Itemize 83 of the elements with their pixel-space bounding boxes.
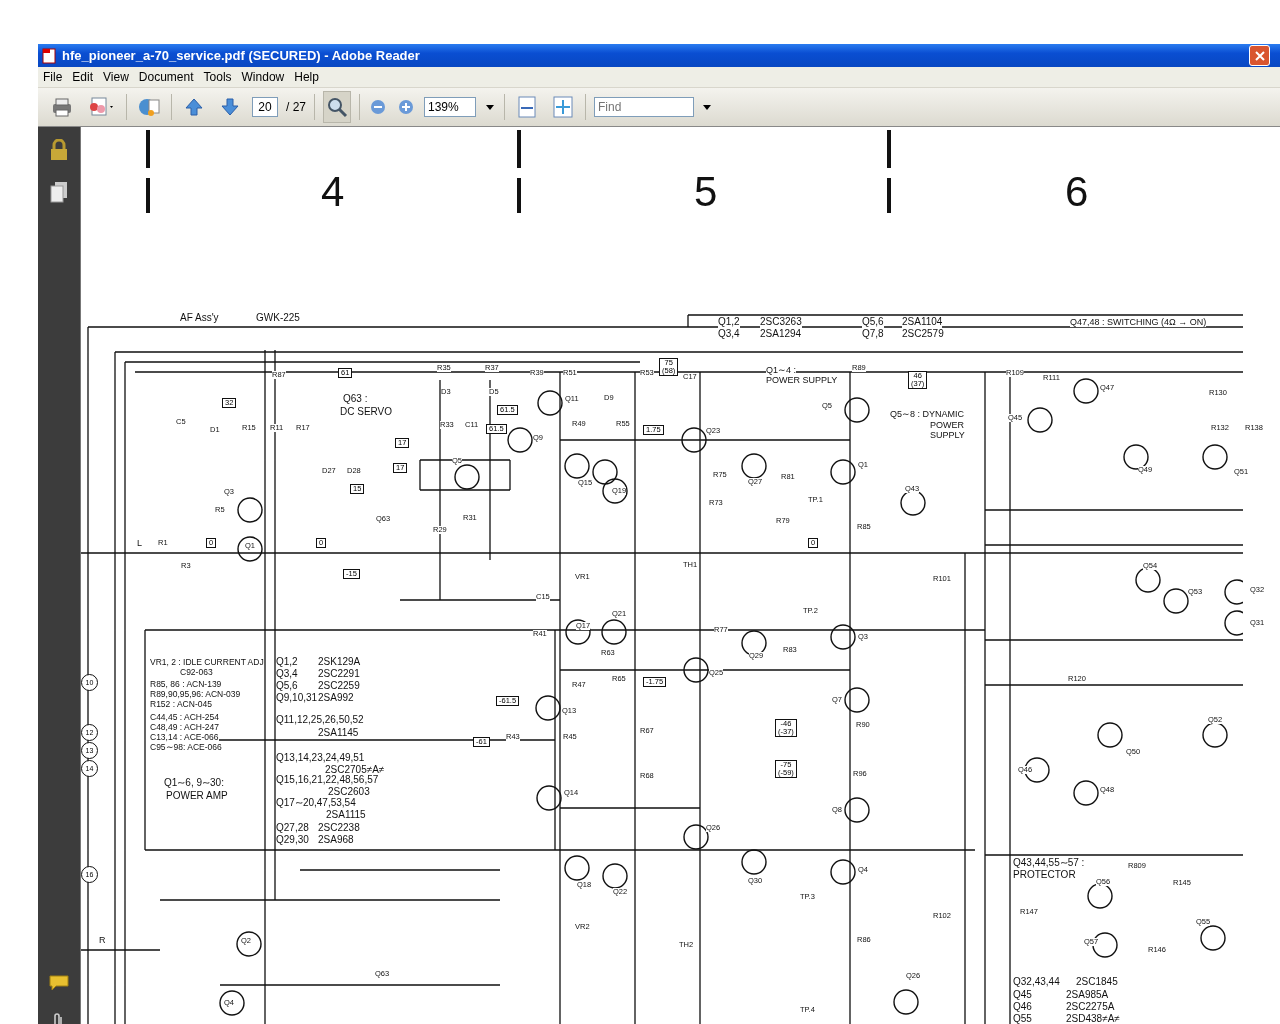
note-text: VR1, 2 : IDLE CURRENT ADJ — [150, 658, 264, 667]
zoom-level-field[interactable]: 139% — [424, 97, 476, 117]
section-heading: DC SERVO — [340, 407, 393, 418]
part-reference: Q3,4 — [718, 329, 740, 340]
section-heading: SUPPLY — [930, 431, 965, 441]
part-number: 2SA992 — [318, 693, 354, 704]
part-reference: Q1,2 — [276, 657, 298, 668]
column-number: 5 — [694, 168, 718, 216]
part-number: 2SD438≠A≠ — [1066, 1014, 1120, 1024]
part-reference: Q15,16,21,22,48,56,57 — [276, 775, 379, 786]
part-number: 2SA1145 — [318, 728, 359, 739]
part-number: 2SA1115 — [326, 810, 366, 821]
part-reference: Q27,28 — [276, 823, 309, 834]
part-reference: Q9,10,31 — [276, 693, 318, 704]
section-heading: POWER AMP — [166, 791, 228, 802]
note-text: C13,14 : ACE-066 — [150, 733, 219, 742]
part-number: 2SC2579 — [902, 329, 944, 340]
part-reference: Q7,8 — [862, 329, 884, 340]
part-reference: Q13,14,23,24,49,51 — [276, 753, 365, 764]
note-text: R89,90,95,96: ACN-039 — [150, 690, 241, 699]
part-number: 2SC2259 — [318, 681, 360, 692]
section-heading: POWER SUPPLY — [766, 376, 838, 386]
column-number: 6 — [1065, 168, 1089, 216]
input-label: R — [99, 936, 106, 946]
menu-item[interactable]: Edit — [67, 67, 99, 87]
part-reference: Q17∼20,47,53,54 — [276, 798, 356, 809]
page-total: / 27 — [286, 100, 306, 114]
lock-icon[interactable] — [50, 139, 68, 161]
part-number: 2SC2603 — [328, 787, 370, 798]
part-number: 2SA1294 — [760, 329, 802, 340]
menu-item[interactable]: Window — [236, 67, 290, 87]
section-heading: PROTECTOR — [1013, 870, 1076, 881]
part-number: 2SK129A — [318, 657, 361, 668]
section-heading: Q43,44,55∼57 : — [1013, 858, 1085, 869]
section-heading: GWK-225 — [256, 313, 300, 324]
part-reference: Q45 — [1013, 990, 1032, 1001]
note-text: C48,49 : ACH-247 — [150, 723, 219, 732]
part-reference: Q5,6 — [276, 681, 298, 692]
part-reference: Q32,43,44 — [1013, 977, 1060, 988]
section-heading: AF Ass'y — [180, 313, 219, 324]
part-reference: Q29,30 — [276, 835, 309, 846]
page-number-field[interactable]: 20 — [252, 97, 278, 117]
note-text: C92-063 — [180, 668, 213, 677]
pages-icon[interactable] — [50, 181, 68, 203]
menu-item[interactable]: File — [38, 67, 68, 87]
note-text: C44,45 : ACH-254 — [150, 713, 219, 722]
menu-item[interactable]: Document — [133, 67, 199, 87]
window-title: hfe_pioneer_a-70_service.pdf (SECURED) - Adobe Reader — [62, 48, 420, 63]
part-number: 2SC3263 — [760, 317, 802, 328]
note-text: R152 : ACN-045 — [150, 700, 212, 709]
zoom-tool-icon[interactable] — [323, 91, 351, 123]
section-heading: Q1∼4 : — [766, 366, 796, 376]
input-label: L — [137, 539, 142, 549]
pdf-file-icon — [42, 47, 56, 64]
section-heading: Q5∼8 : DYNAMIC — [890, 410, 964, 420]
menu-item[interactable]: Tools — [198, 67, 237, 87]
section-heading: Q63 : — [343, 394, 368, 405]
comment-icon[interactable] — [48, 974, 70, 992]
part-number: 2SC2275A — [1066, 1002, 1115, 1013]
column-number: 4 — [321, 168, 345, 216]
part-number: 2SA968 — [318, 835, 354, 846]
part-number: 2SC2705≠A≠ — [325, 765, 385, 776]
note-text: R85, 86 : ACN-139 — [150, 680, 222, 689]
part-number: 2SC2238 — [318, 823, 360, 834]
menu-item[interactable]: Help — [289, 67, 324, 87]
menu-item[interactable]: View — [98, 67, 134, 87]
part-reference: Q1,2 — [718, 317, 740, 328]
part-number: 2SA985A — [1066, 990, 1109, 1001]
close-icon — [1254, 50, 1265, 61]
part-reference: Q46 — [1013, 1002, 1032, 1013]
note-text: C95∼98: ACE-066 — [150, 743, 222, 752]
part-number: 2SC1845 — [1076, 977, 1118, 988]
part-reference: Q3,4 — [276, 669, 298, 680]
part-number: 2SC2291 — [318, 669, 360, 680]
part-reference: Q5,6 — [862, 317, 884, 328]
section-heading: Q1∼6, 9∼30: — [164, 778, 224, 789]
part-reference: Q55 — [1013, 1014, 1032, 1024]
section-heading: Q47,48 : SWITCHING (4Ω → ON) — [1070, 318, 1207, 328]
section-heading: POWER — [930, 421, 964, 431]
part-reference: Q11,12,25,26,50,52 — [276, 715, 364, 726]
part-number: 2SA1104 — [902, 317, 943, 328]
close-button[interactable] — [1249, 45, 1270, 66]
find-field[interactable]: Find — [594, 97, 694, 117]
